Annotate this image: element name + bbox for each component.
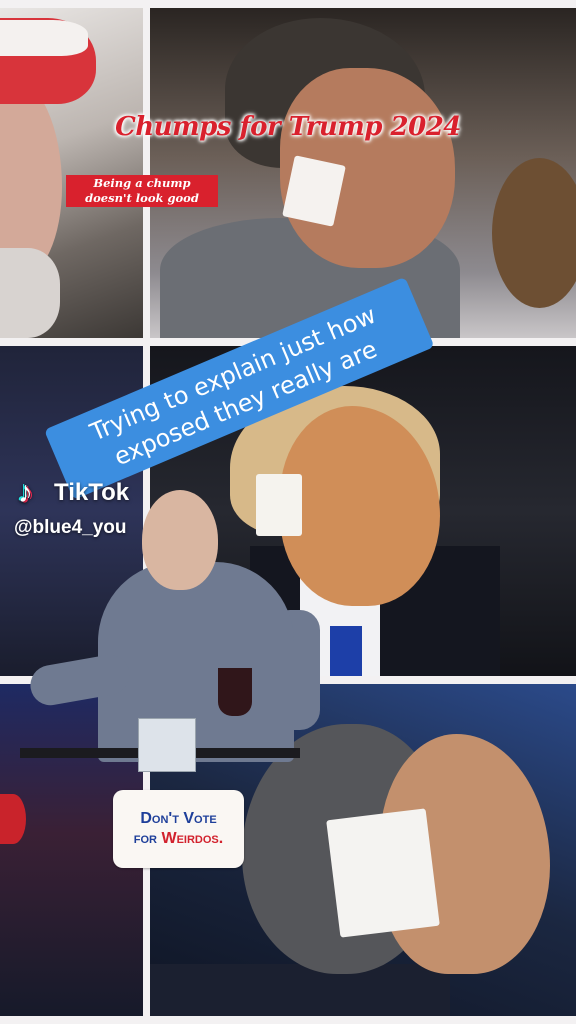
- body-shape: [98, 562, 294, 762]
- video-title: Chumps for Trump 2024: [115, 112, 461, 142]
- head-shape: [142, 490, 218, 590]
- background-person-shape: [492, 158, 576, 308]
- wine-glass-shape: [218, 668, 252, 716]
- sticker-line-2-prefix: for: [133, 830, 158, 847]
- tiktok-logo-icon: ♪ ♪ ♪: [16, 475, 35, 510]
- video-subtitle: Being a chump doesn't look good: [66, 175, 218, 207]
- ear-bandage-shape: [326, 808, 440, 938]
- tiktok-brand-label: TikTok: [54, 479, 130, 506]
- video-frame: Chumps for Trump 2024 Being a chump does…: [0, 0, 576, 1024]
- tiktok-watermark: ♪ ♪ ♪ TikTok: [16, 475, 130, 510]
- napkin-holder-shape: [138, 718, 196, 772]
- tie-shape: [330, 626, 362, 676]
- cap-shape: [0, 794, 26, 844]
- photo-top-right: [150, 8, 576, 338]
- dont-vote-sticker: Don't Vote for Weirdos.: [113, 790, 244, 868]
- suit-shape: [150, 964, 450, 1016]
- sticker-line-1: Don't Vote: [140, 810, 217, 827]
- photo-top-left: [0, 8, 143, 338]
- beard-shape: [0, 248, 60, 338]
- sticker-line-2-emphasis: Weirdos.: [161, 830, 224, 847]
- creator-handle: @blue4_you: [14, 517, 127, 538]
- sticker-line-2: for Weirdos.: [134, 829, 223, 849]
- cap-brim-shape: [0, 20, 88, 56]
